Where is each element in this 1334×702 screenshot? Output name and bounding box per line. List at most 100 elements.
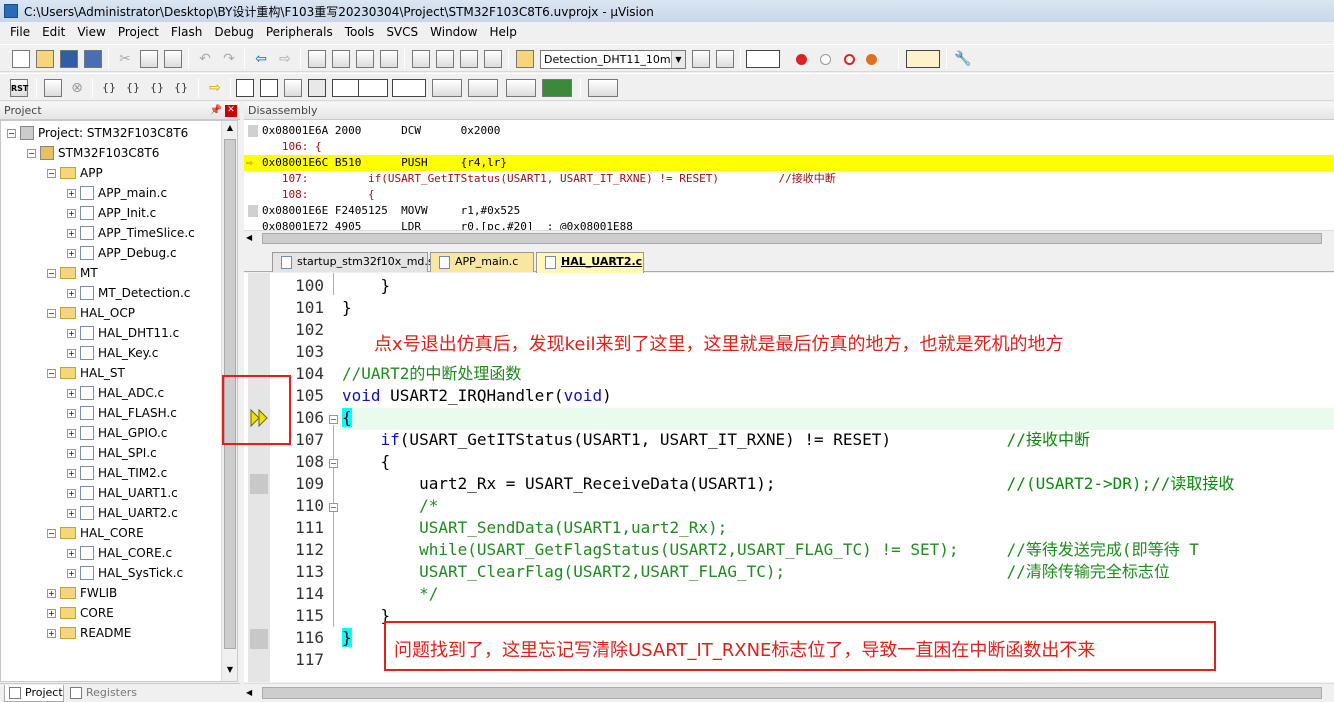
tree-folder[interactable]: − APP — [47, 163, 103, 183]
call-stack-window-icon[interactable] — [332, 79, 360, 97]
registers-window-icon[interactable] — [308, 79, 326, 97]
expand-icon[interactable]: + — [67, 328, 76, 338]
window-layout-button[interactable] — [906, 50, 940, 68]
tree-file[interactable]: + HAL_SysTick.c — [67, 563, 183, 583]
tree-file[interactable]: + APP_main.c — [67, 183, 167, 203]
step-out-icon[interactable]: {} — [148, 79, 166, 97]
expand-icon[interactable]: + — [47, 628, 56, 638]
open-folder-icon[interactable] — [36, 50, 54, 68]
expand-icon[interactable]: + — [67, 568, 76, 578]
expand-icon[interactable]: + — [67, 348, 76, 358]
incremental-find-icon[interactable] — [716, 50, 734, 68]
serial-window-icon[interactable] — [432, 79, 462, 97]
comment-icon[interactable] — [460, 50, 478, 68]
expand-icon[interactable]: + — [67, 488, 76, 498]
expand-icon[interactable]: + — [67, 208, 76, 218]
configure-icon[interactable]: 🔧 — [954, 50, 972, 68]
reset-cpu-button[interactable]: RST — [10, 79, 28, 97]
disassembly-window-icon[interactable] — [260, 79, 278, 97]
tree-file[interactable]: + HAL_Key.c — [67, 343, 158, 363]
navigate-forward-icon[interactable]: ⇨ — [276, 50, 294, 68]
tree-folder[interactable]: + CORE — [47, 603, 114, 623]
disasm-line[interactable]: 0x08001E6E F2405125 MOVW r1,#0x525 — [244, 203, 1334, 219]
menu-view[interactable]: View — [71, 25, 111, 39]
menu-debug[interactable]: Debug — [208, 25, 259, 39]
tree-file[interactable]: + HAL_SPI.c — [67, 443, 157, 463]
tree-file[interactable]: + HAL_ADC.c — [67, 383, 164, 403]
run-icon[interactable] — [44, 79, 62, 97]
menu-svcs[interactable]: SVCS — [380, 25, 424, 39]
collapse-icon[interactable]: − — [47, 168, 56, 178]
kill-breakpoints-icon[interactable] — [866, 54, 877, 65]
indent-icon[interactable] — [412, 50, 430, 68]
collapse-icon[interactable]: − — [47, 528, 56, 538]
command-window-icon[interactable] — [236, 79, 254, 97]
next-bookmark-icon[interactable] — [356, 50, 374, 68]
paste-icon[interactable] — [164, 50, 182, 68]
enable-breakpoint-icon[interactable] — [820, 54, 831, 65]
collapse-icon[interactable]: − — [47, 368, 56, 378]
collapse-icon[interactable]: − — [27, 148, 36, 158]
analysis-window-icon[interactable] — [468, 79, 498, 97]
tree-folder[interactable]: − HAL_CORE — [47, 523, 144, 543]
clear-bookmarks-icon[interactable] — [380, 50, 398, 68]
tab-project[interactable]: Project — [4, 685, 64, 702]
disasm-line[interactable]: 108: { — [244, 187, 1334, 203]
navigate-back-icon[interactable]: ⇦ — [252, 50, 270, 68]
unindent-icon[interactable] — [436, 50, 454, 68]
expand-icon[interactable]: + — [47, 588, 56, 598]
collapse-icon[interactable]: − — [7, 128, 16, 138]
expand-icon[interactable]: + — [67, 288, 76, 298]
tree-root[interactable]: − Project: STM32F103C8T6 — [7, 123, 188, 143]
trace-window-icon[interactable] — [506, 79, 536, 97]
save-icon[interactable] — [60, 50, 78, 68]
expand-icon[interactable]: + — [67, 548, 76, 558]
tree-folder[interactable]: − MT — [47, 263, 98, 283]
disasm-current-line[interactable]: ⇨ 0x08001E6C B510 PUSH {r4,lr} — [244, 155, 1334, 171]
tree-file[interactable]: + HAL_FLASH.c — [67, 403, 177, 423]
code-editor[interactable]: 100 101 102 103 104 105 106 107 108 109 … — [244, 273, 1334, 682]
disable-breakpoint-icon[interactable] — [844, 54, 855, 65]
expand-icon[interactable]: + — [67, 448, 76, 458]
expand-icon[interactable]: + — [67, 508, 76, 518]
menu-tools[interactable]: Tools — [339, 25, 381, 39]
tab-app-main[interactable]: APP_main.c — [430, 252, 534, 272]
show-next-statement-icon[interactable]: ⇨ — [206, 79, 224, 97]
menu-peripherals[interactable]: Peripherals — [260, 25, 339, 39]
expand-icon[interactable]: + — [47, 608, 56, 618]
close-icon[interactable]: ✕ — [225, 105, 237, 117]
target-select[interactable]: Detection_DHT11_10ms ▼ — [540, 50, 686, 69]
expand-icon[interactable]: + — [67, 248, 76, 258]
tree-file[interactable]: + APP_TimeSlice.c — [67, 223, 195, 243]
cut-icon[interactable]: ✂ — [116, 50, 134, 68]
tree-file[interactable]: + HAL_TIM2.c — [67, 463, 167, 483]
expand-icon[interactable]: + — [67, 428, 76, 438]
collapse-icon[interactable]: − — [47, 308, 56, 318]
scroll-thumb[interactable] — [262, 233, 1322, 244]
uncomment-icon[interactable] — [484, 50, 502, 68]
tab-registers[interactable]: Registers — [66, 685, 140, 702]
stop-icon[interactable]: ⊗ — [68, 79, 86, 97]
expand-icon[interactable]: + — [67, 228, 76, 238]
tree-file[interactable]: + APP_Init.c — [67, 203, 156, 223]
undo-icon[interactable]: ↶ — [196, 50, 214, 68]
prev-bookmark-icon[interactable] — [332, 50, 350, 68]
scroll-left-icon[interactable]: ◀ — [246, 688, 252, 697]
scroll-down-icon[interactable]: ▼ — [224, 665, 236, 677]
disassembly-view[interactable]: 0x08001E6A 2000 DCW 0x2000 106: { ⇨ 0x080… — [244, 120, 1334, 230]
fold-collapse-icon[interactable]: − — [329, 415, 338, 424]
tree-file[interactable]: + HAL_UART2.c — [67, 503, 178, 523]
toolbox-icon[interactable] — [588, 79, 618, 97]
collapse-icon[interactable]: − — [47, 268, 56, 278]
disasm-line[interactable]: 0x08001E72 4905 LDR r0,[pc,#20] ; @0x080… — [244, 219, 1334, 230]
menu-window[interactable]: Window — [424, 25, 483, 39]
tree-folder[interactable]: + README — [47, 623, 131, 643]
redo-icon[interactable]: ↷ — [220, 50, 238, 68]
editor-hscroll[interactable]: ◀ — [244, 683, 1334, 702]
tree-folder[interactable]: − HAL_OCP — [47, 303, 135, 323]
symbols-window-icon[interactable] — [284, 79, 302, 97]
new-file-icon[interactable] — [12, 50, 30, 68]
expand-icon[interactable]: + — [67, 408, 76, 418]
find-in-files-icon[interactable] — [516, 50, 534, 68]
tree-target[interactable]: − STM32F103C8T6 — [27, 143, 159, 163]
